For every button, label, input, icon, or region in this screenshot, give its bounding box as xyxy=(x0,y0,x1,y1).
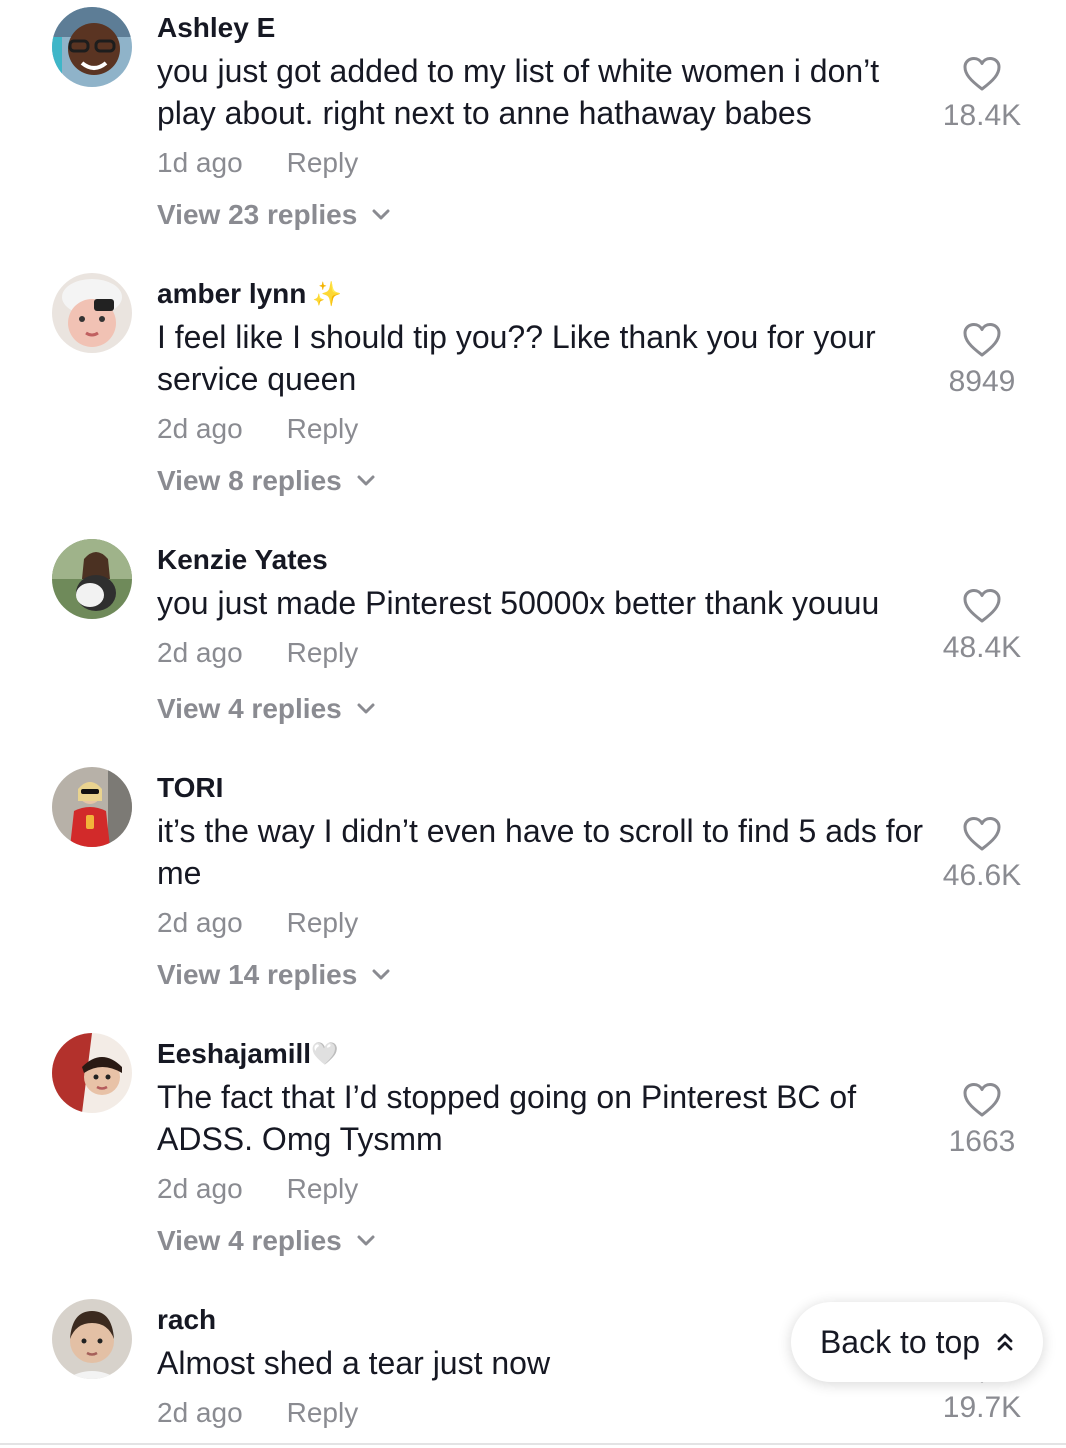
avatar[interactable] xyxy=(52,273,132,353)
like-count: 1663 xyxy=(948,1125,1016,1158)
chevron-down-icon xyxy=(372,209,390,220)
avatar-photo xyxy=(52,767,132,847)
username-text: Ashley E xyxy=(157,12,276,43)
like-count: 19.7K xyxy=(942,1391,1022,1424)
heart-outline-icon xyxy=(963,817,1001,851)
comment-username[interactable]: amber lynn ✨ xyxy=(157,278,342,310)
reply-button[interactable]: Reply xyxy=(287,1397,359,1428)
like-button[interactable]: 8949 xyxy=(938,322,1026,399)
chevron-down-icon xyxy=(372,969,390,980)
avatar[interactable] xyxy=(52,1299,132,1379)
reply-button[interactable]: Reply xyxy=(287,147,359,178)
comment-meta: 1d ago Reply xyxy=(157,147,358,179)
username-text: Eeshajamill xyxy=(157,1038,312,1069)
like-button[interactable]: 1663 xyxy=(938,1082,1026,1159)
username-text: rach xyxy=(157,1304,217,1335)
comment-time: 2d ago xyxy=(157,637,243,668)
view-replies-button[interactable]: View 23 replies xyxy=(157,199,391,231)
back-to-top-button[interactable]: Back to top xyxy=(791,1302,1043,1382)
back-to-top-label: Back to top xyxy=(819,1323,981,1360)
avatar[interactable] xyxy=(52,767,132,847)
view-replies-label: View 4 replies xyxy=(157,1225,342,1256)
comment-meta: 2d ago Reply xyxy=(157,637,358,669)
heart-outline-icon xyxy=(963,323,1001,357)
like-button[interactable]: 48.4K xyxy=(938,588,1026,665)
comment-meta: 2d ago Reply xyxy=(157,1397,358,1429)
double-chevron-up-icon xyxy=(997,1333,1013,1351)
comment-time: 2d ago xyxy=(157,413,243,444)
reply-button[interactable]: Reply xyxy=(287,413,359,444)
like-count: 8949 xyxy=(948,365,1016,398)
comment-text: it’s the way I didn’t even have to scrol… xyxy=(157,813,924,891)
heart-outline-icon xyxy=(963,57,1001,91)
avatar-photo xyxy=(52,539,132,619)
view-replies-label: View 8 replies xyxy=(157,465,342,496)
comment-time: 2d ago xyxy=(157,907,243,938)
like-count: 18.4K xyxy=(942,99,1022,132)
reply-button[interactable]: Reply xyxy=(287,637,359,668)
reply-button[interactable]: Reply xyxy=(287,907,359,938)
chevron-down-icon xyxy=(357,703,375,714)
comment-text: you just made Pinterest 50000x better th… xyxy=(157,585,880,621)
view-replies-button[interactable]: View 14 replies xyxy=(157,959,391,991)
like-count: 46.6K xyxy=(942,859,1022,892)
view-replies-label: View 23 replies xyxy=(157,199,358,230)
comment-text: you just got added to my list of white w… xyxy=(157,53,880,131)
comment-text: I feel like I should tip you?? Like than… xyxy=(157,319,876,397)
view-replies-button[interactable]: View 4 replies xyxy=(157,1225,376,1257)
chevron-down-icon xyxy=(357,475,375,486)
avatar-photo xyxy=(52,273,132,353)
comment-username[interactable]: Ashley E xyxy=(157,12,275,44)
comment-time: 2d ago xyxy=(157,1397,243,1428)
view-replies-button[interactable]: View 8 replies xyxy=(157,465,376,497)
avatar[interactable] xyxy=(52,539,132,619)
comment-meta: 2d ago Reply xyxy=(157,1173,358,1205)
avatar[interactable] xyxy=(52,1033,132,1113)
divider xyxy=(0,1443,1066,1445)
like-button[interactable]: 46.6K xyxy=(938,816,1026,893)
like-button[interactable]: 18.4K xyxy=(938,56,1026,133)
avatar[interactable] xyxy=(52,7,132,87)
heart-outline-icon xyxy=(963,589,1001,623)
comment-meta: 2d ago Reply xyxy=(157,413,358,445)
comment-meta: 2d ago Reply xyxy=(157,907,358,939)
username-text: TORI xyxy=(157,772,224,803)
comment-text: The fact that I’d stopped going on Pinte… xyxy=(157,1079,857,1157)
view-replies-label: View 4 replies xyxy=(157,693,342,724)
white-heart-icon: 🤍 xyxy=(311,1041,339,1066)
username-text: Kenzie Yates xyxy=(157,544,328,575)
sparkles-icon: ✨ xyxy=(312,280,343,308)
view-replies-button[interactable]: View 4 replies xyxy=(157,693,376,725)
comment-time: 2d ago xyxy=(157,1173,243,1204)
comment-username[interactable]: Kenzie Yates xyxy=(157,544,328,576)
like-count: 48.4K xyxy=(942,631,1022,664)
chevron-down-icon xyxy=(357,1235,375,1246)
comment-username[interactable]: TORI xyxy=(157,772,223,804)
username-text: amber lynn xyxy=(157,278,307,309)
comment-username[interactable]: rach xyxy=(157,1304,216,1336)
reply-button[interactable]: Reply xyxy=(287,1173,359,1204)
comment-username[interactable]: Eeshajamill 🤍 xyxy=(157,1038,339,1070)
avatar-photo xyxy=(52,7,132,87)
view-replies-label: View 14 replies xyxy=(157,959,358,990)
avatar-photo xyxy=(52,1299,132,1379)
comment-time: 1d ago xyxy=(157,147,243,178)
avatar-photo xyxy=(52,1033,132,1113)
heart-outline-icon xyxy=(963,1083,1001,1117)
